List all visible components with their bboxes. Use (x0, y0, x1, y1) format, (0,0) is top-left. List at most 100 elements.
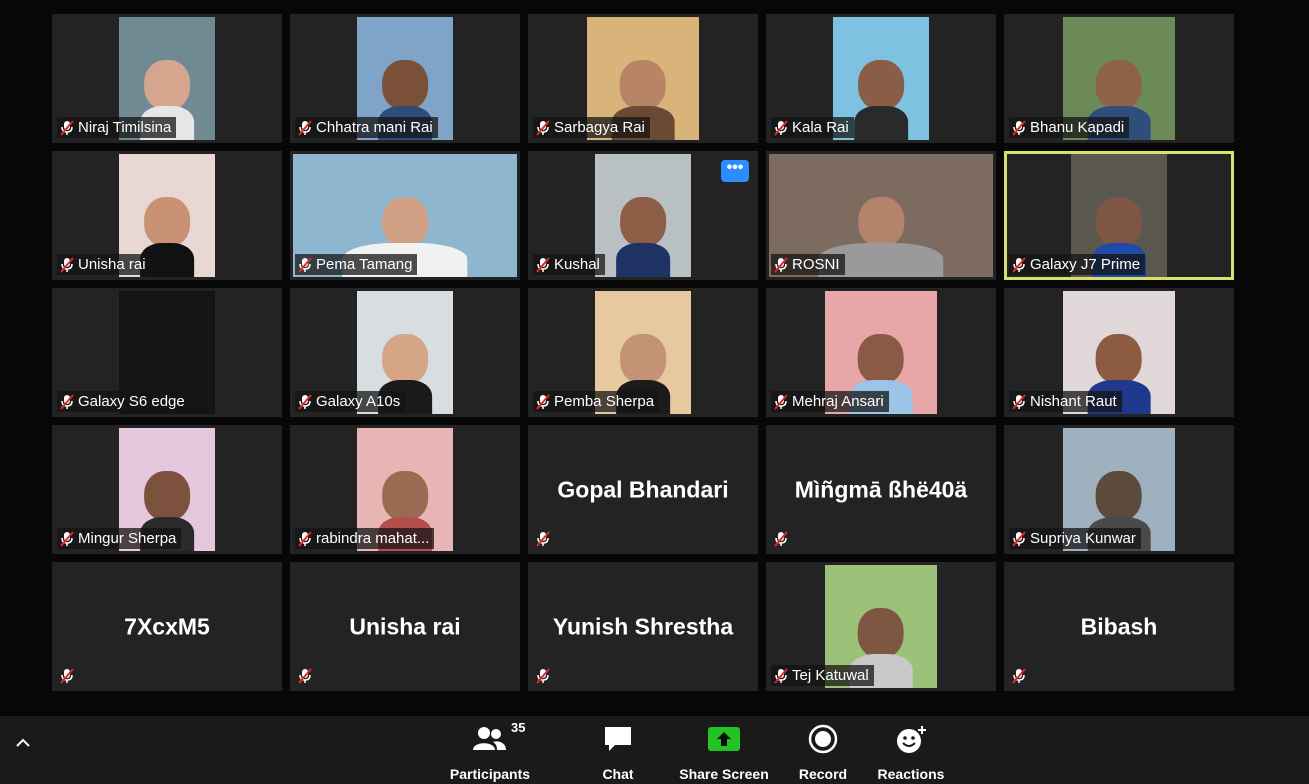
participant-tile[interactable]: Mìñgmā ßhë40ä (766, 425, 996, 554)
participant-tile[interactable]: Niraj Timilsina (52, 14, 282, 143)
participant-name: Niraj Timilsina (78, 119, 172, 136)
participant-tile[interactable]: Sarbagya Rai (528, 14, 758, 143)
participant-label: Tej Katuwal (771, 665, 874, 686)
muted-mic-icon (298, 668, 312, 684)
participant-name: Sarbagya Rai (554, 119, 645, 136)
participant-name-display: Bibash (1080, 613, 1158, 639)
more-options-button[interactable]: ••• (721, 160, 749, 182)
participant-label: Pemba Sherpa (533, 391, 660, 412)
participant-tile[interactable]: Pemba Sherpa (528, 288, 758, 417)
participant-tile[interactable]: rabindra mahat... (290, 425, 520, 554)
participant-tile[interactable]: Galaxy A10s (290, 288, 520, 417)
muted-mic-icon (536, 531, 550, 547)
participant-label: ROSNI (771, 254, 845, 275)
participant-name: Bhanu Kapadi (1030, 119, 1125, 136)
participant-tile[interactable]: Mehraj Ansari (766, 288, 996, 417)
muted-mic-icon (774, 667, 788, 684)
participant-name: Pema Tamang (316, 256, 413, 273)
chat-label: Chat (602, 766, 634, 782)
participant-tile[interactable]: Tej Katuwal (766, 562, 996, 691)
chevron-up-icon[interactable] (14, 734, 32, 752)
muted-mic-icon (60, 256, 74, 273)
participant-label (533, 529, 555, 549)
participant-tile[interactable]: Chhatra mani Rai (290, 14, 520, 143)
muted-mic-icon (298, 256, 312, 273)
participant-name-display: Gopal Bhandari (557, 476, 729, 502)
muted-mic-icon (60, 393, 74, 410)
participant-label (1009, 666, 1031, 686)
record-button[interactable]: Record (775, 722, 871, 782)
participant-tile[interactable]: 7XcxM5 (52, 562, 282, 691)
participant-label: Bhanu Kapadi (1009, 117, 1130, 138)
participant-name: ROSNI (792, 256, 840, 273)
participant-name: Galaxy A10s (316, 393, 401, 410)
participant-tile[interactable]: Gopal Bhandari (528, 425, 758, 554)
muted-mic-icon (1012, 256, 1026, 273)
participant-tile[interactable]: Kala Rai (766, 14, 996, 143)
muted-mic-icon (536, 256, 550, 273)
participant-label: Mingur Sherpa (57, 528, 182, 549)
muted-mic-icon (536, 119, 550, 136)
participant-name: Mingur Sherpa (78, 530, 177, 547)
participant-label: Galaxy S6 edge (57, 391, 190, 412)
participant-name: Nishant Raut (1030, 393, 1117, 410)
muted-mic-icon (774, 393, 788, 410)
muted-mic-icon (774, 256, 788, 273)
participant-tile[interactable]: Unisha rai (52, 151, 282, 280)
participant-name: Mehraj Ansari (792, 393, 884, 410)
participant-tile[interactable]: Bibash (1004, 562, 1234, 691)
share-screen-button[interactable]: Share Screen (676, 722, 772, 782)
reactions-button[interactable]: Reactions (863, 722, 959, 782)
muted-mic-icon (774, 531, 788, 547)
participant-video (595, 154, 691, 277)
participants-button[interactable]: 35 Participants (442, 720, 538, 782)
participant-name: rabindra mahat... (316, 530, 430, 547)
participant-label (533, 666, 555, 686)
muted-mic-icon (298, 530, 312, 547)
muted-mic-icon (774, 119, 788, 136)
participant-tile[interactable]: Pema Tamang (290, 151, 520, 280)
participant-figure (616, 197, 670, 277)
participant-tile[interactable]: Unisha rai (290, 562, 520, 691)
muted-mic-icon (1012, 668, 1026, 684)
participant-label: Supriya Kunwar (1009, 528, 1141, 549)
participant-name: Pemba Sherpa (554, 393, 655, 410)
participant-label: Pema Tamang (295, 254, 418, 275)
participant-tile[interactable]: ROSNI (766, 151, 996, 280)
participant-tile[interactable]: Nishant Raut (1004, 288, 1234, 417)
participant-label: Unisha rai (57, 254, 151, 275)
participant-name: Chhatra mani Rai (316, 119, 433, 136)
muted-mic-icon (1012, 393, 1026, 410)
share-screen-icon (707, 722, 741, 756)
participant-label (57, 666, 79, 686)
participant-label: Galaxy A10s (295, 391, 406, 412)
muted-mic-icon (298, 393, 312, 410)
participant-name-display: Yunish Shrestha (552, 613, 734, 639)
chat-button[interactable]: Chat (570, 722, 666, 782)
muted-mic-icon (60, 119, 74, 136)
participant-tile[interactable]: Galaxy J7 Prime (1004, 151, 1234, 280)
video-grid: Niraj Timilsina Chhatra mani Rai Sarbagya … (52, 14, 1234, 691)
participant-name-display: Mìñgmā ßhë40ä (794, 476, 968, 502)
participant-tile[interactable]: Mingur Sherpa (52, 425, 282, 554)
muted-mic-icon (60, 530, 74, 547)
participant-tile[interactable]: Yunish Shrestha (528, 562, 758, 691)
participant-label: Sarbagya Rai (533, 117, 650, 138)
muted-mic-icon (536, 668, 550, 684)
participant-name-display: Unisha rai (349, 613, 461, 639)
participants-icon: 35 (473, 720, 525, 756)
muted-mic-icon (536, 393, 550, 410)
participant-tile[interactable]: Kushal ••• (528, 151, 758, 280)
participants-label: Participants (449, 766, 531, 782)
participant-tile[interactable]: Supriya Kunwar (1004, 425, 1234, 554)
participant-tile[interactable]: Galaxy S6 edge (52, 288, 282, 417)
participant-label: Mehraj Ansari (771, 391, 889, 412)
participant-name: Kala Rai (792, 119, 849, 136)
record-label: Record (798, 766, 848, 782)
participant-label: rabindra mahat... (295, 528, 435, 549)
participants-count: 35 (511, 720, 526, 735)
record-icon (808, 722, 838, 756)
participant-tile[interactable]: Bhanu Kapadi (1004, 14, 1234, 143)
participant-name: Unisha rai (78, 256, 146, 273)
meeting-toolbar: 35 Participants Chat Share Screen Record (0, 716, 1309, 784)
